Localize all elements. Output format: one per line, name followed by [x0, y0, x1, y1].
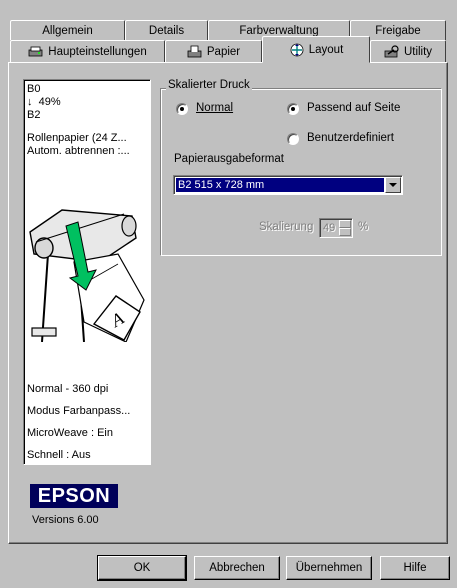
- status-microweave: MicroWeave : Ein: [27, 427, 113, 439]
- cancel-button-label: Abbrechen: [209, 562, 265, 574]
- tab-papier[interactable]: Papier: [165, 40, 262, 62]
- chevron-down-icon[interactable]: [385, 177, 401, 193]
- tab-label: Farbverwaltung: [239, 24, 319, 37]
- settings-icon: [28, 45, 44, 59]
- ok-button-label: OK: [133, 562, 151, 574]
- preview-pane: B0 ↓ 49% B2 Rollenpapier (24 Z... Autom.…: [23, 79, 151, 465]
- source-size: B0: [27, 83, 41, 95]
- tab-haupteinstellungen[interactable]: Haupteinstellungen: [10, 40, 165, 62]
- paper-format-value: B2 515 x 728 mm: [176, 178, 384, 192]
- help-button-label: Hilfe: [403, 562, 427, 574]
- cancel-button[interactable]: Abbrechen: [194, 556, 280, 580]
- scale-line: ↓ 49%: [27, 96, 147, 109]
- tab-label: Haupteinstellungen: [48, 45, 147, 58]
- scaling-value: 49: [323, 222, 336, 234]
- paper-icon: [187, 45, 203, 59]
- radio-normal-label[interactable]: Normal: [196, 102, 233, 114]
- radio-fit-to-page-label[interactable]: Passend auf Seite: [307, 102, 400, 114]
- status-quality: Normal - 360 dpi: [27, 383, 109, 395]
- scaling-label: Skalierung: [259, 221, 314, 233]
- tab-layout[interactable]: Layout: [262, 36, 370, 63]
- tab-allgemein[interactable]: Allgemein: [10, 20, 125, 40]
- tab-label: Allgemein: [42, 24, 93, 37]
- paper-format-select[interactable]: B2 515 x 728 mm: [173, 175, 403, 195]
- spin-down-icon[interactable]: [339, 228, 351, 236]
- tab-utility[interactable]: Utility: [370, 40, 446, 62]
- radio-custom-label[interactable]: Benutzerdefiniert: [307, 132, 394, 144]
- layout-icon: [289, 43, 305, 57]
- spin-up-icon[interactable]: [339, 220, 351, 228]
- tab-label: Utility: [403, 45, 433, 58]
- apply-button[interactable]: Übernehmen: [286, 556, 372, 580]
- printer-illustration: A: [29, 209, 145, 342]
- target-size: B2: [27, 109, 41, 121]
- ok-button[interactable]: OK: [97, 555, 187, 581]
- scaled-print-label: Skalierter Druck: [166, 79, 252, 91]
- status-speed: Schnell : Aus: [27, 449, 91, 461]
- tab-details[interactable]: Details: [125, 20, 208, 40]
- paper-info-2: Autom. abtrennen :...: [27, 145, 130, 157]
- status-color-mode: Modus Farbanpass...: [27, 405, 131, 417]
- tab-label: Details: [148, 24, 185, 37]
- scale-percent: 49%: [38, 96, 61, 108]
- down-arrow-icon: ↓: [27, 96, 33, 108]
- epson-logo: EPSON: [30, 484, 118, 508]
- scaling-unit: %: [358, 221, 369, 233]
- utility-icon: [384, 44, 400, 59]
- paper-format-label: Papierausgabeformat: [174, 153, 284, 165]
- version-text: Versions 6.00: [32, 514, 99, 526]
- help-button[interactable]: Hilfe: [380, 556, 450, 580]
- tab-label: Freigabe: [375, 24, 421, 37]
- paper-info-1: Rollenpapier (24 Z...: [27, 132, 127, 144]
- radio-fit-to-page[interactable]: [287, 103, 299, 115]
- radio-custom[interactable]: [287, 133, 299, 145]
- tab-label: Layout: [308, 43, 344, 56]
- tab-label: Papier: [206, 45, 241, 58]
- radio-normal[interactable]: [176, 103, 188, 115]
- apply-button-label: Übernehmen: [295, 562, 363, 574]
- scaling-stepper[interactable]: 49: [319, 218, 353, 238]
